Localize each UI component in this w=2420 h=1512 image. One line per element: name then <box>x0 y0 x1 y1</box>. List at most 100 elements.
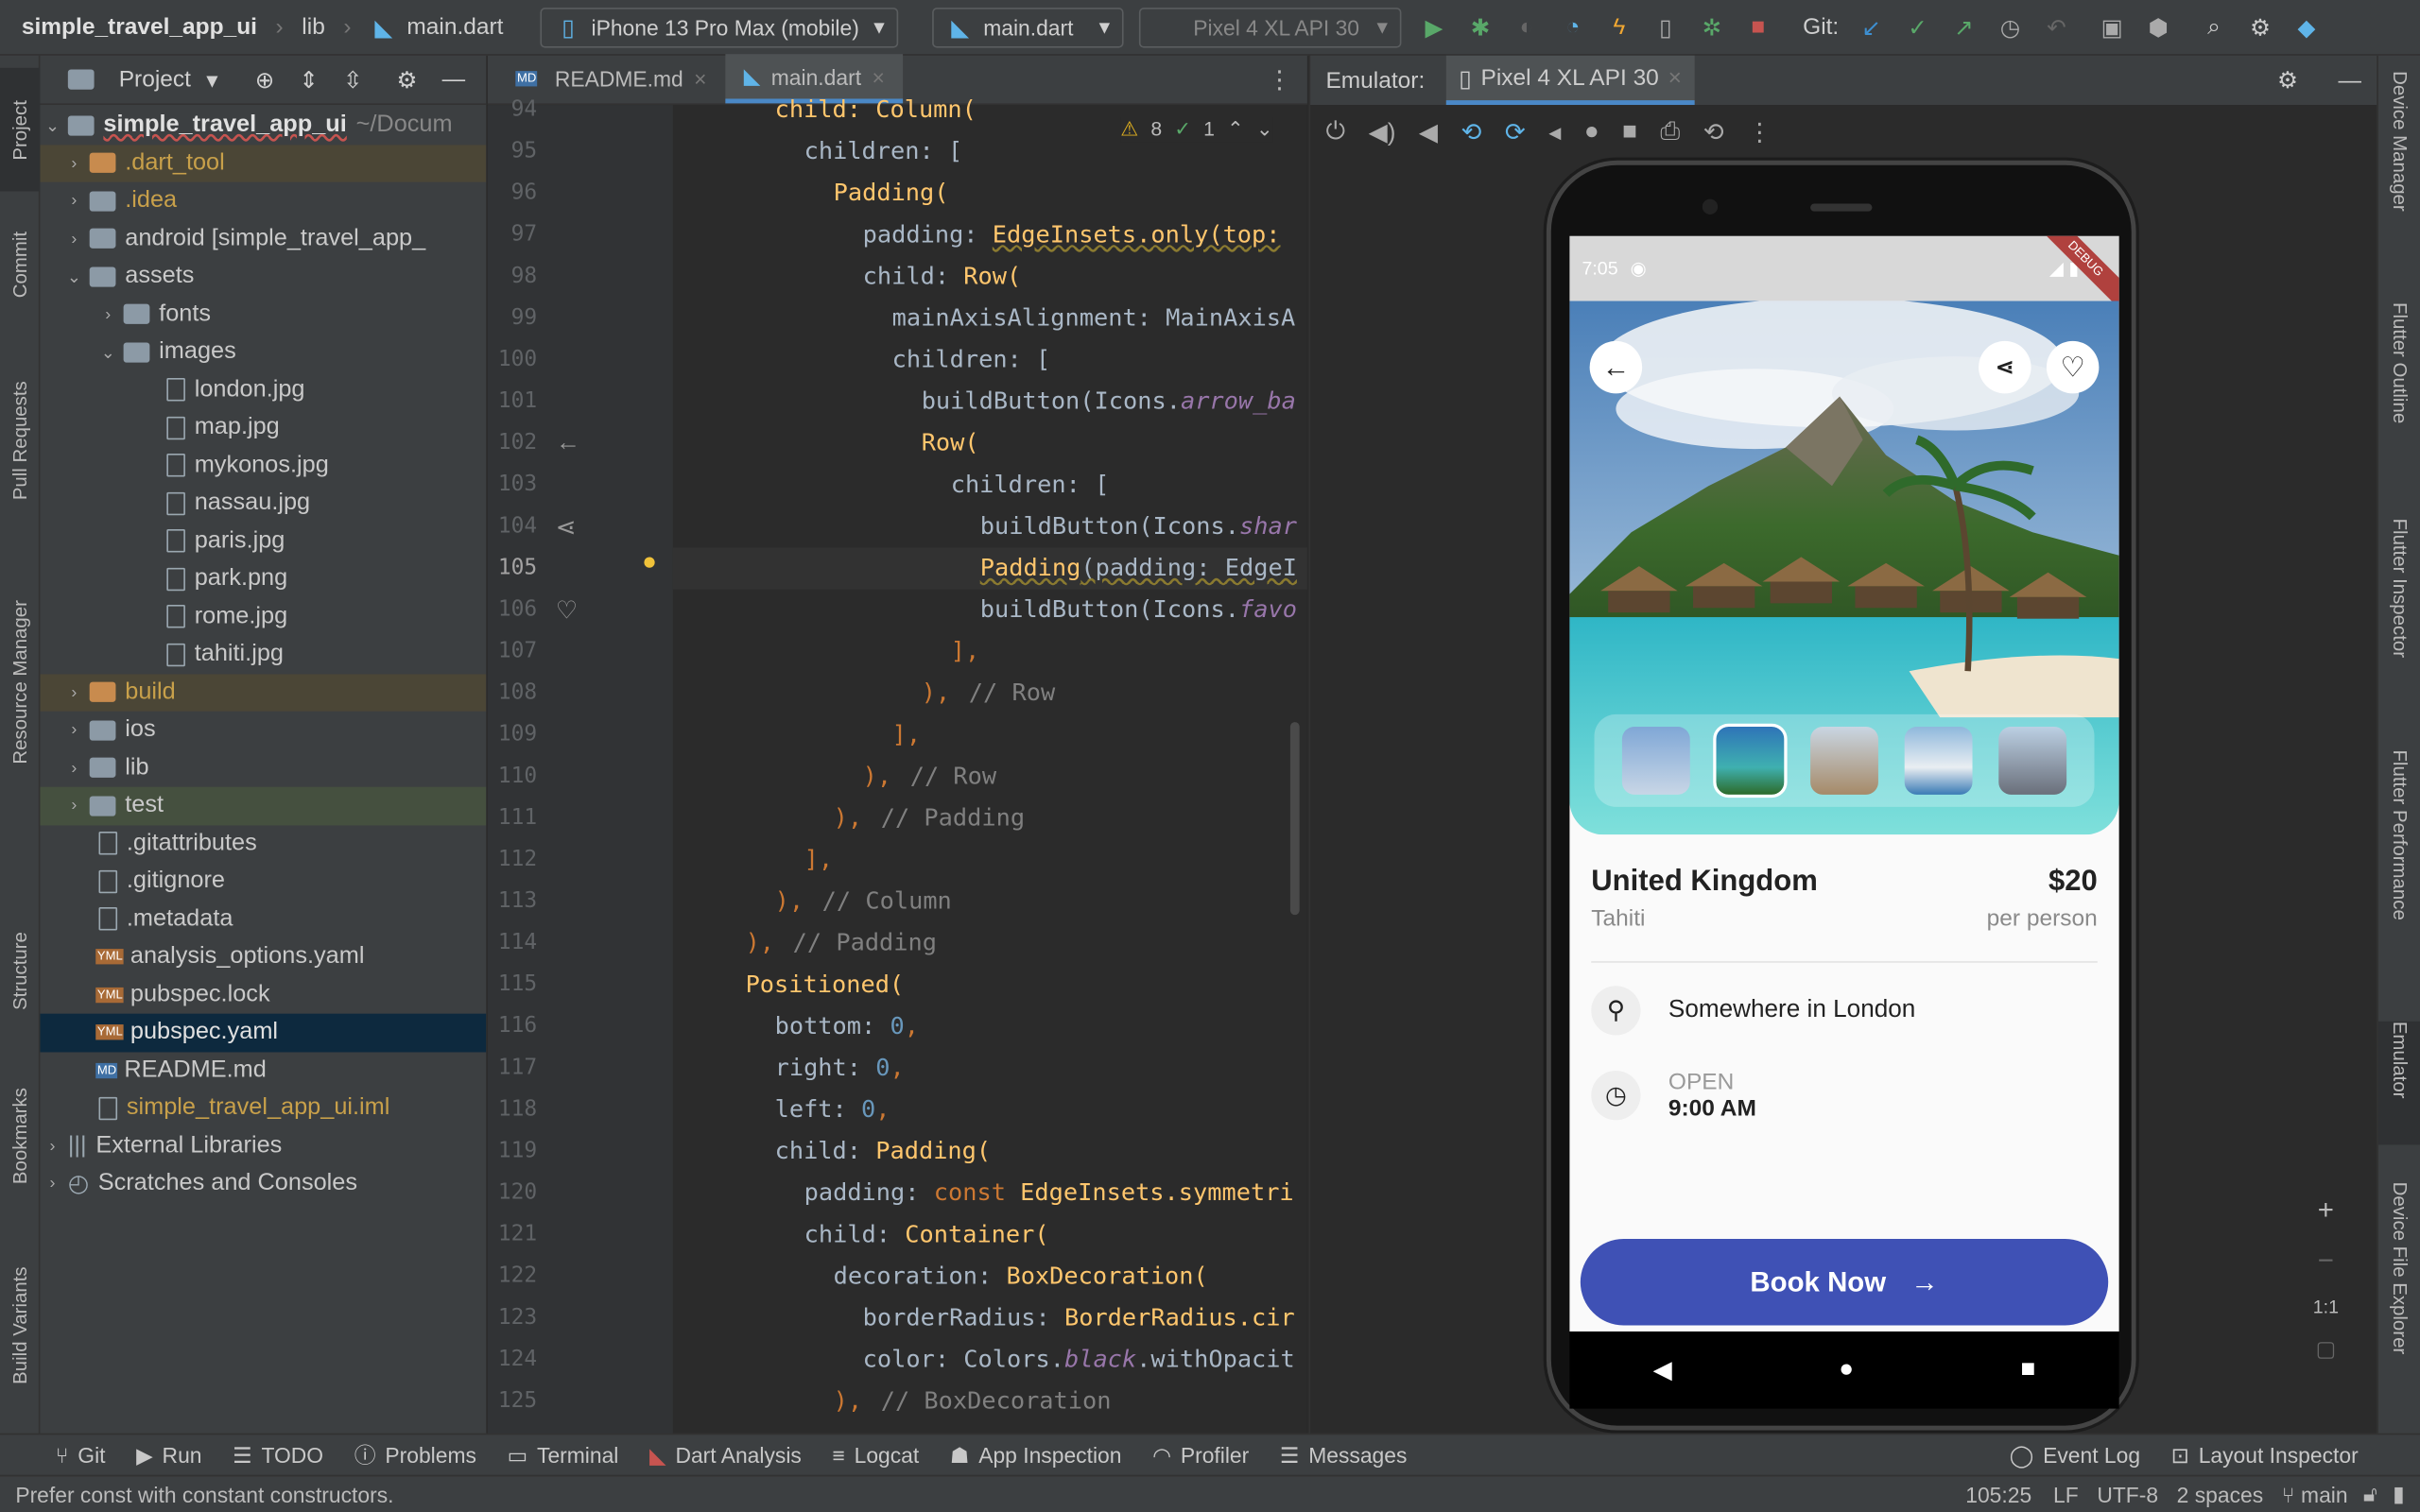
close-icon[interactable]: × <box>872 64 884 89</box>
tree-item-external-libraries[interactable]: › ||| External Libraries <box>40 1127 486 1165</box>
tool-run[interactable]: ▶ Run <box>136 1442 201 1469</box>
tool-tab-pull-requests[interactable]: Pull Requests <box>0 349 40 534</box>
caret-position[interactable]: 105:25 <box>1965 1482 2031 1506</box>
tree-item-file[interactable]: .metadata <box>40 901 486 938</box>
status-message[interactable]: Prefer const with constant constructors. <box>15 1482 393 1506</box>
code-line[interactable]: ),// Padding <box>834 798 1025 839</box>
run-config-selector[interactable]: ◣ main.dart ▾ <box>932 7 1124 47</box>
code-line[interactable]: ], <box>951 631 979 673</box>
tool-layout-inspector[interactable]: ⊡ Layout Inspector <box>2171 1442 2359 1469</box>
inspection-widget[interactable]: ⚠ 8 ✓ 1 ⌃ ⌄ <box>1120 117 1273 143</box>
tree-item-dart-tool[interactable]: › .dart_tool <box>40 144 487 182</box>
stop-icon[interactable]: ■ <box>1744 13 1772 41</box>
share-button[interactable]: ⋖ <box>1979 340 2031 394</box>
collapse-all-icon[interactable]: ⇳ <box>343 65 363 94</box>
tree-item-file[interactable]: YML analysis_options.yaml <box>40 938 486 976</box>
code-line[interactable]: mainAxisAlignment: MainAxisA <box>892 298 1296 339</box>
tree-item-file[interactable]: paris.jpg <box>40 523 486 560</box>
code-line-current[interactable]: Padding(padding: EdgeI <box>980 548 1297 590</box>
tool-terminal[interactable]: ▭ Terminal <box>508 1442 619 1469</box>
gear-icon[interactable]: ⚙ <box>397 65 418 94</box>
nav-home-icon[interactable]: ● <box>1839 1356 1854 1383</box>
code-line[interactable]: child: Column( <box>775 90 977 131</box>
tool-tab-flutter-inspector[interactable]: Flutter Inspector <box>2378 519 2420 735</box>
thumbnail-mykonos[interactable] <box>1904 726 1973 795</box>
code-line[interactable]: children: [ <box>804 131 963 173</box>
tool-app-inspection[interactable]: ☗ App Inspection <box>950 1442 1122 1469</box>
tool-tab-flutter-performance[interactable]: Flutter Performance <box>2378 749 2420 996</box>
tree-item-file[interactable]: MD README.md <box>40 1052 486 1090</box>
tool-event-log[interactable]: ◯ Event Log <box>2010 1442 2140 1469</box>
tree-item-android[interactable]: › android [simple_travel_app_ <box>40 220 486 258</box>
device-manager-icon[interactable]: ▣ <box>2099 13 2126 42</box>
nav-overview-icon[interactable]: ■ <box>2021 1356 2036 1383</box>
sdk-manager-icon[interactable]: ⬢ <box>2145 13 2172 42</box>
code-line[interactable]: borderRadius: BorderRadius.cir <box>863 1297 1295 1339</box>
gear-icon[interactable]: ⚙ <box>2277 66 2298 94</box>
code-line[interactable]: buildButton(Icons.favo <box>980 590 1297 631</box>
tree-item-file[interactable]: rome.jpg <box>40 598 486 636</box>
tool-problems[interactable]: ⓘ Problems <box>354 1439 476 1470</box>
tree-item-images[interactable]: ⌄ images <box>40 334 486 371</box>
snapshot-icon[interactable]: ⟲ <box>1703 117 1724 148</box>
overview-icon[interactable]: ■ <box>1622 119 1637 146</box>
tool-tab-resource-manager[interactable]: Resource Manager <box>0 558 40 805</box>
locate-icon[interactable]: ⊕ <box>255 65 275 94</box>
code-line[interactable]: children: [ <box>892 339 1051 381</box>
git-branch[interactable]: main <box>2301 1482 2348 1506</box>
tool-tab-emulator[interactable]: Emulator <box>2377 1021 2420 1145</box>
tree-item-file[interactable]: tahiti.jpg <box>40 636 486 674</box>
hide-panel-icon[interactable]: — <box>2338 67 2360 94</box>
zoom-out-icon[interactable]: − <box>2318 1246 2334 1278</box>
tree-item-ios[interactable]: › ios <box>40 712 486 749</box>
line-separator[interactable]: LF <box>2053 1482 2079 1506</box>
code-line[interactable]: bottom: 0, <box>775 1005 919 1047</box>
git-push-icon[interactable]: ↗ <box>1950 13 1978 42</box>
rotate-left-icon[interactable]: ⟲ <box>1461 117 1481 148</box>
file-encoding[interactable]: UTF-8 <box>2097 1482 2158 1506</box>
tree-item-file[interactable]: simple_travel_app_ui.iml <box>40 1090 486 1127</box>
tool-tab-commit[interactable]: Commit <box>0 204 40 328</box>
nav-back-icon[interactable]: ◀ <box>1653 1354 1672 1385</box>
intention-bulb-icon[interactable]: ● <box>642 549 657 576</box>
tool-todo[interactable]: ☰ TODO <box>233 1442 323 1469</box>
thumbnail-nassau[interactable] <box>1713 723 1788 799</box>
rotate-right-icon[interactable]: ⟳ <box>1505 117 1526 148</box>
zoom-actual-size[interactable]: 1:1 <box>2313 1296 2339 1317</box>
code-line[interactable]: ),// Row <box>863 756 997 798</box>
rollback-icon[interactable]: ↶ <box>2043 13 2070 42</box>
tree-item-selected[interactable]: YML pubspec.yaml <box>40 1013 487 1052</box>
code-line[interactable]: color: Colors.black.withOpacit <box>863 1339 1295 1381</box>
thumbnail-rome[interactable] <box>1810 726 1878 795</box>
device-selector[interactable]: ▯ iPhone 13 Pro Max (mobile) ▾ <box>540 7 899 47</box>
code-line[interactable]: left: 0, <box>775 1090 890 1131</box>
tree-item-idea[interactable]: › .idea <box>40 182 486 220</box>
emulator-selector[interactable]: Pixel 4 XL API 30 ▾ <box>1139 7 1402 47</box>
power-icon[interactable]: ⏻ <box>1325 119 1345 146</box>
close-icon[interactable]: × <box>1668 65 1682 92</box>
thumbnail-paris[interactable] <box>1622 726 1691 795</box>
code-line[interactable]: decoration: BoxDecoration( <box>834 1256 1208 1297</box>
tool-tab-bookmarks[interactable]: Bookmarks <box>0 1058 40 1212</box>
tree-item-fonts[interactable]: › fonts <box>40 296 486 334</box>
run-icon[interactable]: ▶ <box>1420 13 1447 42</box>
tree-root[interactable]: ⌄ simple_travel_app_ui ~/Docum <box>40 107 486 145</box>
git-commit-icon[interactable]: ✓ <box>1904 13 1931 42</box>
code-line[interactable]: padding: EdgeInsets.only(top: <box>863 215 1281 256</box>
project-view-selector[interactable]: Project <box>119 66 191 93</box>
git-update-icon[interactable]: ↙ <box>1858 13 1885 42</box>
sync-icon[interactable]: ✲ <box>1698 13 1725 42</box>
history-icon[interactable]: ◷ <box>1996 13 2024 42</box>
tool-profiler[interactable]: ◠ Profiler <box>1152 1442 1249 1469</box>
chevron-down-icon[interactable]: ▾ <box>206 65 217 94</box>
tree-item-file[interactable]: YML pubspec.lock <box>40 976 486 1014</box>
tree-item-file[interactable]: london.jpg <box>40 371 486 409</box>
memory-icon[interactable]: ▮ <box>2393 1481 2405 1507</box>
code-line[interactable]: ),// Row <box>922 673 1056 714</box>
zoom-fit-icon[interactable]: ▢ <box>2316 1336 2337 1363</box>
apply-changes-icon[interactable]: ▯ <box>1651 13 1679 42</box>
tool-messages[interactable]: ☰ Messages <box>1280 1442 1407 1469</box>
breadcrumb-lib[interactable]: lib <box>302 14 325 41</box>
expand-all-icon[interactable]: ⇕ <box>299 65 319 94</box>
debug-icon[interactable]: ✱ <box>1466 13 1494 42</box>
